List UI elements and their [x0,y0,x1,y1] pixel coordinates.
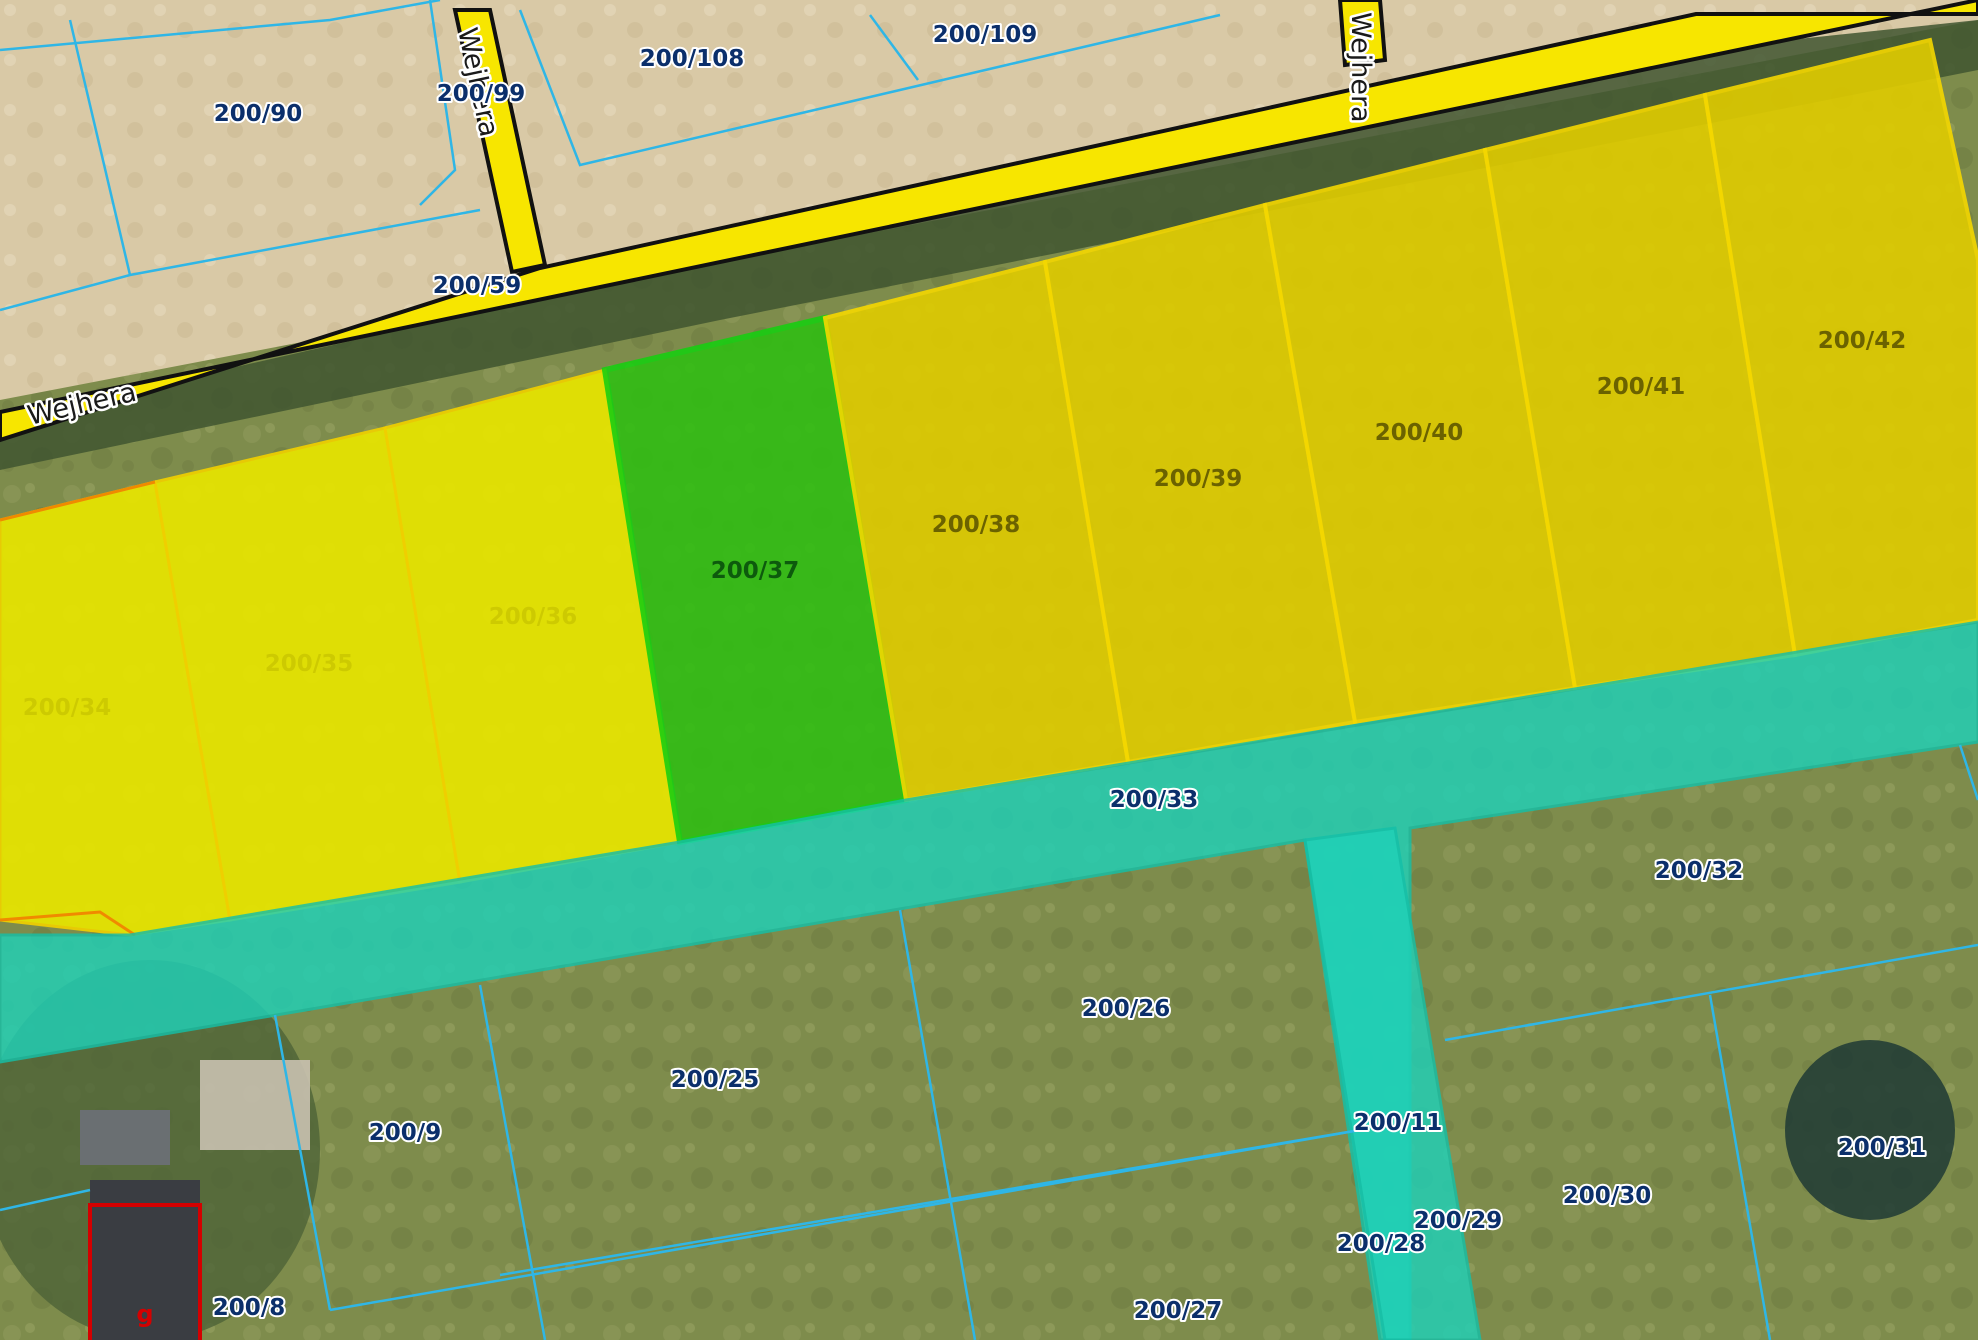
building-letter: g [136,1300,153,1328]
parcel-label: 200/33 [1110,787,1198,813]
parcel-label: 200/59 [433,273,521,299]
street-label-wejhera-corner: Wejhera [1345,12,1376,123]
parcel-label: 200/39 [1154,466,1242,492]
parcel-label: 200/40 [1375,420,1463,446]
parcel-label: 200/41 [1597,374,1685,400]
aerial-building [80,1110,170,1165]
parcel-label: 200/30 [1563,1183,1651,1209]
parcel-label: 200/35 [265,651,353,677]
parcel-label: 200/27 [1134,1298,1222,1324]
parcel-label: 200/108 [640,46,744,72]
parcel-label: 200/42 [1818,328,1906,354]
parcel-label: 200/29 [1414,1208,1502,1234]
parcel-label: 200/31 [1838,1135,1926,1161]
parcel-label: 200/32 [1655,858,1743,884]
parcel-label: 200/90 [214,101,302,127]
parcel-label: 200/37 [711,558,799,584]
aerial-building [200,1060,310,1150]
parcel-label: 200/9 [369,1120,441,1146]
aerial-pond [1785,1040,1955,1220]
cadastral-map[interactable]: g Wejhera Wejhera Wejhera 200/109 200/10… [0,0,1978,1340]
parcel-label: 200/28 [1337,1231,1425,1257]
parcel-label: 200/109 [933,22,1037,48]
parcel-label: 200/8 [213,1295,285,1321]
parcel-label: 200/36 [489,604,577,630]
parcel-label: 200/38 [932,512,1020,538]
parcel-label: 200/34 [23,695,111,721]
parcel-label: 200/26 [1082,996,1170,1022]
parcel-label: 200/99 [437,81,525,107]
parcel-label: 200/25 [671,1067,759,1093]
parcel-label: 200/11 [1354,1110,1442,1136]
